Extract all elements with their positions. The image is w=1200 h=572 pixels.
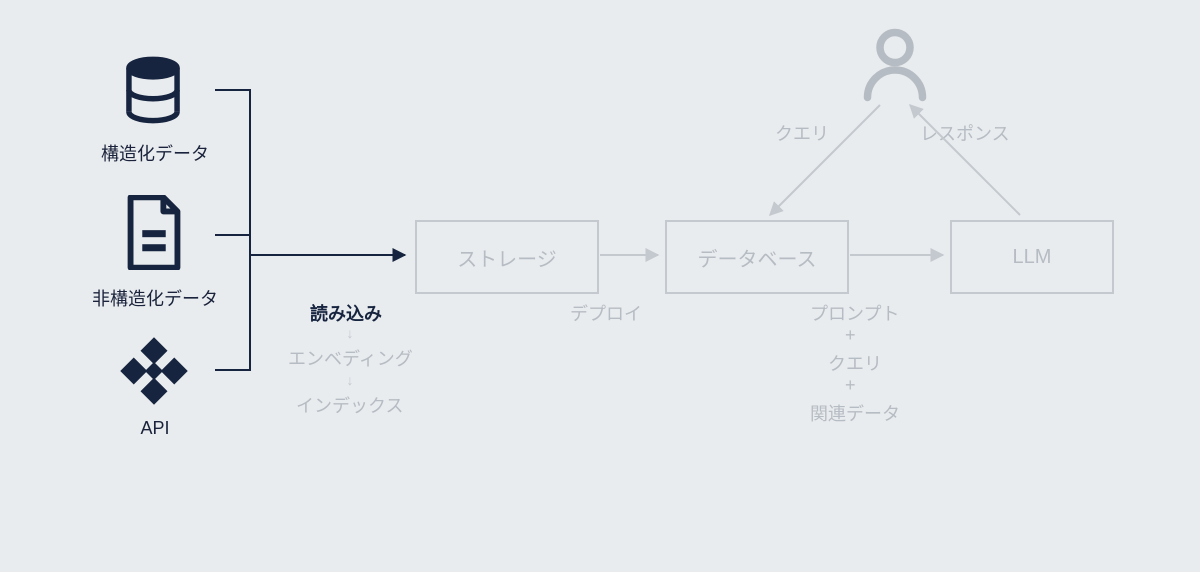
deploy-label: デプロイ bbox=[570, 300, 642, 326]
arrow-down-2: ↓ bbox=[340, 372, 360, 388]
file-icon bbox=[123, 195, 185, 270]
unstructured-data-label: 非構造化データ bbox=[90, 285, 220, 311]
arrow-down-1: ↓ bbox=[340, 325, 360, 341]
storage-box: ストレージ bbox=[415, 220, 599, 294]
llm-label: LLM bbox=[1013, 246, 1052, 269]
query2-label: クエリ bbox=[828, 350, 882, 376]
embedding-label: エンベディング bbox=[288, 345, 413, 371]
api-label: API bbox=[135, 418, 175, 439]
index-label: インデックス bbox=[296, 392, 403, 418]
plus-1: + bbox=[845, 325, 856, 346]
prompt-label: プロンプト bbox=[810, 300, 899, 326]
database-label: データベース bbox=[698, 243, 817, 272]
structured-data-label: 構造化データ bbox=[100, 140, 210, 166]
diagram-canvas: 構造化データ 非構造化データ API ストレージ データベー bbox=[0, 0, 1200, 572]
database-box: データベース bbox=[665, 220, 849, 294]
database-icon bbox=[118, 55, 188, 125]
user-icon bbox=[855, 25, 935, 105]
storage-label: ストレージ bbox=[457, 243, 557, 272]
llm-box: LLM bbox=[950, 220, 1114, 294]
response-label: レスポンス bbox=[920, 120, 1010, 146]
plus-2: + bbox=[845, 375, 856, 396]
query-label: クエリ bbox=[775, 120, 829, 146]
api-icon bbox=[118, 335, 190, 407]
related-label: 関連データ bbox=[810, 400, 900, 426]
load-label: 読み込み bbox=[310, 300, 382, 326]
